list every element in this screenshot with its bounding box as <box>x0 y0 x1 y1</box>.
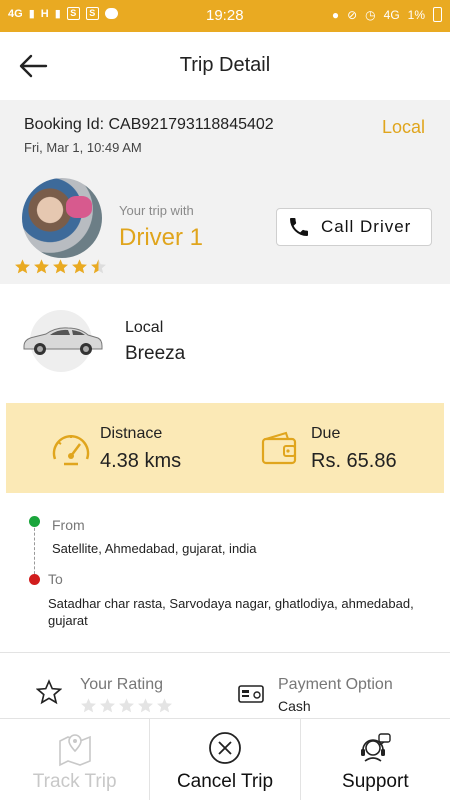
page-title: Trip Detail <box>179 54 271 76</box>
driver-rating-stars <box>14 258 107 275</box>
bottom-action-bar: Track Trip Cancel Trip Support <box>0 718 450 800</box>
driver-avatar <box>22 178 102 258</box>
network-type-4g-right: 4G <box>383 7 400 22</box>
to-label: To <box>48 571 63 587</box>
pickup-dot <box>29 516 40 527</box>
route-connector <box>34 523 35 579</box>
map-pin-icon <box>58 734 91 767</box>
cancel-trip-button[interactable]: Cancel Trip <box>149 719 299 800</box>
booking-id: Booking Id: CAB921793118845402 <box>24 116 274 133</box>
star-outline-icon <box>36 679 62 705</box>
wallet-icon <box>261 431 297 465</box>
star-half-icon <box>91 259 106 274</box>
payment-option-label: Payment Option <box>278 676 393 693</box>
drop-dot <box>29 574 40 585</box>
call-driver-label: Call Driver <box>321 217 412 236</box>
network-type-4g: 4G <box>8 7 23 20</box>
close-circle-icon <box>209 732 241 764</box>
headset-icon <box>361 733 392 762</box>
status-bar: 4G ▮ H ▮ S S 19:28 ● ⊘ ◷ 4G 1% <box>0 0 450 32</box>
booking-datetime: Fri, Mar 1, 10:49 AM <box>24 140 142 155</box>
from-label: From <box>52 517 85 533</box>
call-driver-button[interactable]: Call Driver <box>276 208 432 246</box>
trip-with-label: Your trip with <box>119 203 194 218</box>
vehicle-category: Local <box>125 319 164 336</box>
support-label: Support <box>342 771 409 792</box>
star-empty-icon[interactable] <box>99 697 116 714</box>
from-address: Satellite, Ahmedabad, gujarat, india <box>52 541 257 556</box>
driver-name: Driver 1 <box>119 224 204 251</box>
trip-info-band: Distnace 4.38 kms Due Rs. 65.86 <box>6 403 444 493</box>
due-value: Rs. 65.86 <box>311 450 397 472</box>
battery-icon <box>433 7 442 22</box>
to-address: Satadhar char rasta, Sarvodaya nagar, gh… <box>48 596 414 628</box>
car-icon <box>23 327 103 355</box>
mute-icon: ⊘ <box>347 7 358 22</box>
star-filled-icon <box>53 259 68 274</box>
track-trip-label: Track Trip <box>32 771 117 792</box>
star-filled-icon <box>72 259 87 274</box>
distance-value: 4.38 kms <box>100 450 182 472</box>
signal-icon: ▮ <box>28 8 35 20</box>
trip-type: Local <box>381 117 425 137</box>
notification-s2-icon: S <box>85 7 99 20</box>
vehicle-model: Breeza <box>125 343 186 364</box>
star-empty-icon[interactable] <box>118 697 135 714</box>
star-empty-icon[interactable] <box>156 697 173 714</box>
app-bar: Trip Detail <box>0 32 450 100</box>
star-filled-icon <box>34 259 49 274</box>
cancel-trip-label: Cancel Trip <box>176 771 274 792</box>
distance-label: Distnace <box>100 425 163 442</box>
support-button[interactable]: Support <box>299 719 450 800</box>
clock: 19:28 <box>206 7 244 24</box>
card-icon <box>238 685 264 703</box>
your-rating-label: Your Rating <box>80 676 164 693</box>
section-divider <box>0 652 450 653</box>
star-empty-icon[interactable] <box>137 697 154 714</box>
payment-option-value: Cash <box>278 698 311 714</box>
booking-summary: Booking Id: CAB921793118845402 Fri, Mar … <box>0 100 450 284</box>
star-filled-icon <box>15 259 30 274</box>
message-icon <box>104 8 118 19</box>
notification-s-icon: S <box>66 7 80 20</box>
battery-percent: 1% <box>407 7 425 22</box>
due-label: Due <box>311 425 341 442</box>
speedometer-icon <box>52 435 90 466</box>
network-type-h: H <box>40 7 49 20</box>
phone-icon <box>290 218 308 236</box>
signal-icon-2: ▮ <box>54 8 61 20</box>
alarm-icon: ◷ <box>365 7 376 22</box>
track-trip-button[interactable]: Track Trip <box>0 719 149 800</box>
your-rating-stars[interactable] <box>80 697 173 714</box>
star-empty-icon[interactable] <box>80 697 97 714</box>
location-icon: ● <box>331 7 340 22</box>
